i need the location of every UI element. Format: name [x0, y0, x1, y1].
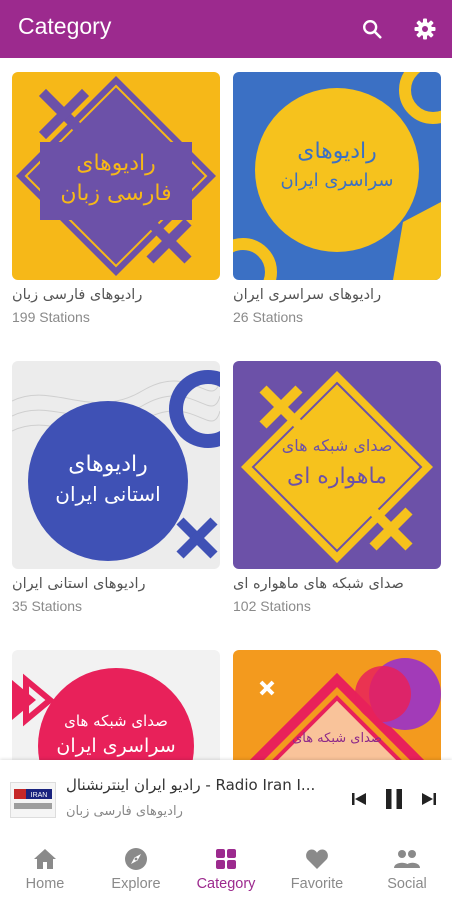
compass-icon: [123, 846, 149, 872]
category-thumbnail: رادیوهای استانی ایران: [12, 361, 220, 569]
svg-text:سراسری ایران: سراسری ایران: [280, 170, 393, 191]
nav-label: Category: [196, 876, 256, 892]
nav-item-explore[interactable]: Explore: [91, 832, 181, 900]
gear-icon[interactable]: [411, 15, 439, 43]
category-title: رادیوهای فارسی زبان: [12, 287, 143, 303]
category-card-tv-national[interactable]: صدای شبکه های سراسری ایران: [12, 650, 220, 760]
svg-text:فارسی زبان: فارسی زبان: [60, 181, 171, 206]
svg-text:استانی ایران: استانی ایران: [55, 482, 160, 506]
category-card-tv-satellite[interactable]: صدای شبکه های: [233, 650, 441, 760]
svg-text:سراسری ایران: سراسری ایران: [56, 735, 175, 757]
svg-text:IRAN: IRAN: [31, 792, 48, 799]
category-thumbnail: صدای شبکه های سراسری ایران: [12, 650, 220, 760]
mini-player[interactable]: IRAN رادیو ایران اینترنشنال - Radio Iran…: [0, 760, 452, 832]
pause-icon[interactable]: [383, 788, 405, 810]
nav-item-home[interactable]: Home: [0, 832, 90, 900]
nav-label: Social: [387, 876, 427, 892]
nav-item-social[interactable]: Social: [362, 832, 452, 900]
page-title: Category: [18, 13, 112, 39]
heart-icon: [304, 846, 330, 872]
category-card-farsi[interactable]: رادیوهای فارسی زبان رادیوهای فارسی زبان …: [12, 72, 220, 325]
now-playing-title: رادیو ایران اینترنشنال - Radio Iran I...: [66, 776, 316, 794]
station-count: 199 Stations: [12, 309, 90, 325]
nav-label: Favorite: [290, 876, 344, 892]
svg-text:ماهواره ای: ماهواره ای: [287, 464, 387, 489]
now-playing-category: رادیوهای فارسی زبان: [66, 804, 183, 819]
nav-item-favorite[interactable]: Favorite: [272, 832, 362, 900]
station-count: 26 Stations: [233, 309, 304, 325]
category-title: صدای شبکه های ماهواره ای: [233, 576, 404, 592]
category-card-satellite[interactable]: صدای شبکه های ماهواره ای صدای شبکه های م…: [233, 361, 441, 614]
category-title: رادیوهای سراسری ایران: [233, 287, 382, 303]
nav-item-category[interactable]: Category: [181, 832, 271, 900]
category-grid-icon: [213, 846, 239, 872]
app-bar: Category: [0, 0, 452, 58]
category-grid: رادیوهای فارسی زبان رادیوهای فارسی زبان …: [0, 58, 452, 760]
home-icon: [32, 846, 58, 872]
svg-text:صدای شبکه های: صدای شبکه های: [64, 712, 168, 730]
category-card-provincial[interactable]: رادیوهای استانی ایران رادیوهای استانی ای…: [12, 361, 220, 614]
station-count: 102 Stations: [233, 598, 311, 614]
station-count: 35 Stations: [12, 598, 83, 614]
svg-text:صدای شبکه های: صدای شبکه های: [292, 731, 382, 746]
category-card-national[interactable]: رادیوهای سراسری ایران رادیوهای سراسری ای…: [233, 72, 441, 325]
category-thumbnail: رادیوهای فارسی زبان: [12, 72, 220, 280]
svg-text:رادیوهای: رادیوهای: [68, 452, 148, 477]
skip-previous-icon[interactable]: [350, 788, 368, 810]
svg-text:رادیوهای: رادیوهای: [297, 139, 377, 164]
nav-label: Explore: [111, 876, 161, 892]
station-logo: IRAN: [10, 782, 56, 818]
category-thumbnail: رادیوهای سراسری ایران: [233, 72, 441, 280]
nav-label: Home: [25, 876, 65, 892]
svg-text:صدای شبکه های: صدای شبکه های: [282, 436, 393, 455]
skip-next-icon[interactable]: [420, 788, 438, 810]
category-title: رادیوهای استانی ایران: [12, 576, 146, 592]
search-icon[interactable]: [358, 15, 386, 43]
svg-text:رادیوهای: رادیوهای: [76, 151, 156, 176]
people-icon: [394, 846, 420, 872]
bottom-navigation: Home Explore Category Favorite Social: [0, 832, 452, 900]
category-thumbnail: صدای شبکه های ماهواره ای: [233, 361, 441, 569]
category-thumbnail: صدای شبکه های: [233, 650, 441, 760]
